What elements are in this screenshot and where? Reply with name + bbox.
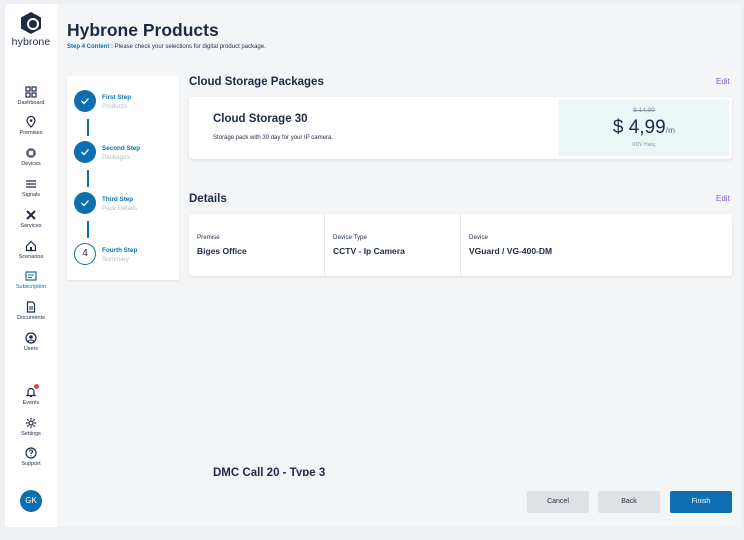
price-unit: /m <box>665 125 676 135</box>
step-connector <box>87 221 89 238</box>
back-button[interactable]: Back <box>598 491 660 513</box>
check-icon <box>81 149 89 156</box>
old-price: $ 14,99 <box>633 107 655 114</box>
footer-actions: Cancel Back Finish <box>57 476 741 527</box>
sidebar-item-subscription[interactable]: Subscription <box>5 270 57 290</box>
step-subtitle: Pack Details <box>102 205 137 212</box>
details-section-title: Details <box>189 193 227 205</box>
sidebar-item-label: Signals <box>21 192 41 198</box>
detail-device-type: Device Type CCTV - Ip Camera <box>324 214 460 276</box>
sidebar-item-documents[interactable]: Documents <box>5 301 57 321</box>
sidebar-item-label: Events <box>22 400 40 406</box>
sidebar-item-label: Scenarios <box>18 254 44 260</box>
user-icon <box>5 332 57 344</box>
cancel-button[interactable]: Cancel <box>527 491 589 513</box>
page-subtitle: Step 4 Content : Please check your selec… <box>67 44 266 50</box>
sidebar-item-label: Settings <box>21 431 41 437</box>
sidebar-item-label: Documents <box>17 315 45 321</box>
step-title: Second Step <box>102 145 141 152</box>
step-title: Fourth Step <box>102 247 138 254</box>
sidebar-item-users[interactable]: Users <box>5 332 57 352</box>
step-title: First Step <box>102 94 132 101</box>
sidebar-item-support[interactable]: Support <box>5 447 57 467</box>
details-card: Premise Biges Office Device Type CCTV - … <box>189 214 732 276</box>
detail-premise: Premise Biges Office <box>189 214 324 276</box>
package-name: Cloud Storage 30 <box>213 113 308 125</box>
detail-label: Premise <box>197 234 220 241</box>
sidebar-item-settings[interactable]: Settings <box>5 417 57 437</box>
step-tag: Step 4 Content : <box>67 44 113 50</box>
brand-logo[interactable]: hybrone <box>5 12 57 48</box>
home-icon <box>5 240 57 252</box>
package-card: Cloud Storage 30 Storage pack with 30 da… <box>189 97 732 159</box>
detail-value: Biges Office <box>197 246 247 256</box>
price-value: $ 4,99 <box>612 117 666 138</box>
sidebar-item-label: Services <box>20 223 42 229</box>
check-icon <box>81 98 89 105</box>
sidebar-item-signals[interactable]: Signals <box>5 178 57 198</box>
price-box: $ 14,99 $ 4,99/m KDV Hariç <box>559 100 729 156</box>
step-done-indicator <box>74 141 96 163</box>
sidebar-item-dashboard[interactable]: Dashboard <box>5 86 57 106</box>
check-icon <box>81 200 89 207</box>
finish-button[interactable]: Finish <box>670 491 732 513</box>
chip-icon <box>5 147 57 159</box>
clipped-package-title: DMC Call 20 - Type 3 <box>213 466 413 476</box>
details-edit-link[interactable]: Edit <box>716 194 730 203</box>
detail-value: CCTV - Ip Camera <box>333 246 405 256</box>
gear-icon <box>5 417 57 429</box>
notification-badge <box>34 384 39 389</box>
step-subtitle: Products <box>102 103 127 110</box>
step-subtitle: Summary <box>102 256 129 263</box>
sidebar-item-label: Users <box>23 346 39 352</box>
sidebar-item-label: Premises <box>19 130 43 136</box>
location-pin-icon <box>5 116 57 128</box>
dashboard-icon <box>5 86 57 98</box>
bell-icon <box>5 386 57 398</box>
sidebar-item-devices[interactable]: Devices <box>5 147 57 167</box>
detail-label: Device Type <box>333 234 367 241</box>
progress-stepper: First Step Products Second Step Packages… <box>67 76 179 280</box>
hybrone-logo-icon <box>21 12 41 34</box>
step-done-indicator <box>74 90 96 112</box>
subscription-icon <box>5 270 57 282</box>
tax-note: KDV Hariç <box>632 142 656 148</box>
sidebar-item-scenarios[interactable]: Scenarios <box>5 240 57 260</box>
main-content: Hybrone Products Step 4 Content : Please… <box>57 4 741 527</box>
sidebar-item-label: Dashboard <box>17 100 45 106</box>
sidebar-item-label: Devices <box>21 161 41 167</box>
sidebar-item-label: Subscription <box>15 284 47 290</box>
sidebar-item-premises[interactable]: Premises <box>5 116 57 136</box>
list-icon <box>5 178 57 190</box>
sidebar-item-label: Support <box>21 461 41 467</box>
step-subtitle: Packages <box>102 154 130 161</box>
step-title: Third Step <box>102 196 134 203</box>
document-icon <box>5 301 57 313</box>
detail-label: Device <box>469 234 488 241</box>
packages-section-title: Cloud Storage Packages <box>189 76 324 88</box>
avatar[interactable]: GK <box>20 490 42 512</box>
clipped-package-text: DMC Call 20 - Type 3 <box>213 467 326 476</box>
sidebar-item-services[interactable]: Services <box>5 209 57 229</box>
help-icon <box>5 447 57 459</box>
current-price: $ 4,99/m <box>559 117 729 139</box>
step-number-indicator: 4 <box>74 243 96 265</box>
detail-device: Device VGuard / VG-400-DM <box>460 214 732 276</box>
sidebar-item-events[interactable]: Events <box>5 384 57 406</box>
package-description: Storage pack with 30 day for your IP cam… <box>213 135 333 141</box>
step-connector <box>87 170 89 187</box>
tools-icon <box>5 209 57 221</box>
step-description: Please check your selections for digital… <box>113 44 266 50</box>
step-done-indicator <box>74 192 96 214</box>
step-connector <box>87 119 89 136</box>
detail-value: VGuard / VG-400-DM <box>469 246 553 256</box>
packages-edit-link[interactable]: Edit <box>716 77 730 86</box>
logo-text: hybrone <box>11 36 51 48</box>
page-title: Hybrone Products <box>67 20 219 40</box>
sidebar: hybrone Dashboard Premises Devices Signa… <box>5 4 57 527</box>
